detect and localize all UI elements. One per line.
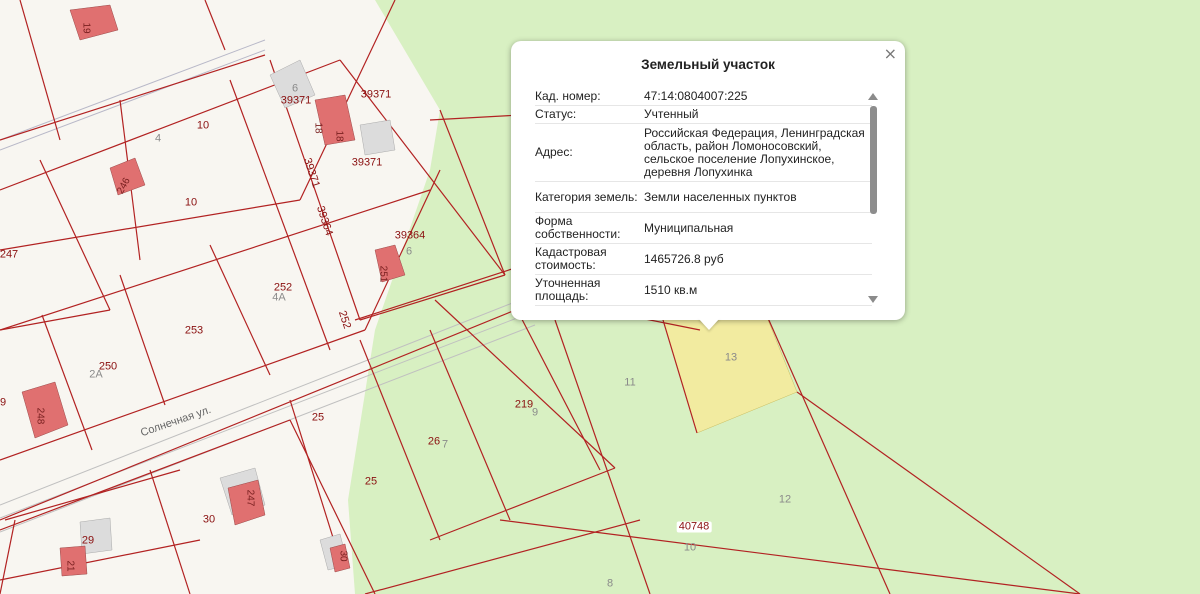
scroll-up-arrow-icon[interactable] [868,93,878,100]
building-label: 21 [64,560,76,572]
house-number: 6 [405,245,413,258]
parcel-number: 25 [364,475,378,488]
house-number: 4 [154,132,162,145]
scrollbar-thumb[interactable] [870,106,877,214]
attribute-key: Кад. номер: [535,88,644,106]
house-number: 9 [531,406,539,419]
attribute-value: 47:14:0804007:225 [644,88,872,106]
parcel-number: 30 [202,513,216,526]
attribute-value: Учтенный [644,105,872,124]
house-number: 7 [441,438,449,451]
parcel-number: 219 [514,398,534,411]
building-label: 19 [80,22,92,34]
attribute-value: 1465726.8 руб [644,243,872,275]
attribute-value: 1510 кв.м [644,274,872,306]
attribute-value: Земли населенных пунктов [644,181,872,213]
attribute-key: Категория земель: [535,181,644,213]
attribute-key: Адрес: [535,123,644,182]
parcel-number: 29 [81,534,95,547]
house-number: 4А [272,291,286,304]
attribute-key: Уточненная площадь: [535,274,644,306]
building-label: 18 [333,130,345,142]
building-label: 30 [337,550,349,562]
house-number: 6 [291,82,299,95]
house-number: 10 [683,541,697,554]
popup-pointer [698,318,720,330]
house-number: 13 [724,351,738,364]
popup-title: Земельный участок [641,57,775,72]
parcel-number: 39371 [351,156,383,169]
parcel-number: 40748 [676,520,712,533]
building-label: 248 [34,407,46,425]
table-row: Уточненная площадь: 1510 кв.м [535,274,872,306]
parcel-number: 253 [184,324,204,337]
table-row: Форма собственности: Муниципальная [535,212,872,244]
house-number: 12 [778,493,792,506]
house-number: 11 [624,376,636,389]
parcel-number: 39371 [360,88,392,101]
scroll-down-arrow-icon[interactable] [868,296,878,303]
attribute-key: Кадастровая стоимость: [535,243,644,275]
house-number: 2А [89,368,103,381]
attribute-value: Муниципальная [644,212,872,244]
building-label: 251 [377,265,389,283]
attribute-key: Форма собственности: [535,212,644,244]
popup-body[interactable]: Кад. номер: 47:14:0804007:225 Статус: Уч… [535,88,872,309]
attribute-key: Статус: [535,105,644,124]
parcel-attributes-table: Кад. номер: 47:14:0804007:225 Статус: Уч… [535,88,872,306]
table-row: Статус: Учтенный [535,105,872,124]
parcel-number: 39371 [280,94,312,107]
attribute-value: Российская Федерация, Ленинградская обла… [644,123,872,182]
parcel-number: 10 [184,196,198,209]
parcel-number: 39364 [394,229,426,242]
table-row: Кад. номер: 47:14:0804007:225 [535,88,872,106]
house-number: 8 [606,577,614,590]
parcel-number: 26 [427,435,441,448]
building-label: 18 [312,122,324,134]
table-row: Категория земель: Земли населенных пункт… [535,181,872,213]
parcel-number: 10 [196,119,210,132]
parcel-number: 247 [0,248,19,261]
parcel-number: 25 [311,411,325,424]
table-row: Кадастровая стоимость: 1465726.8 руб [535,243,872,275]
building [359,119,396,156]
table-row: Адрес: Российская Федерация, Ленинградск… [535,123,872,182]
building-label: 247 [244,489,256,507]
parcel-number: 9 [0,396,7,409]
parcel-info-popup: × Земельный участок Кад. номер: 47:14:08… [511,41,905,320]
